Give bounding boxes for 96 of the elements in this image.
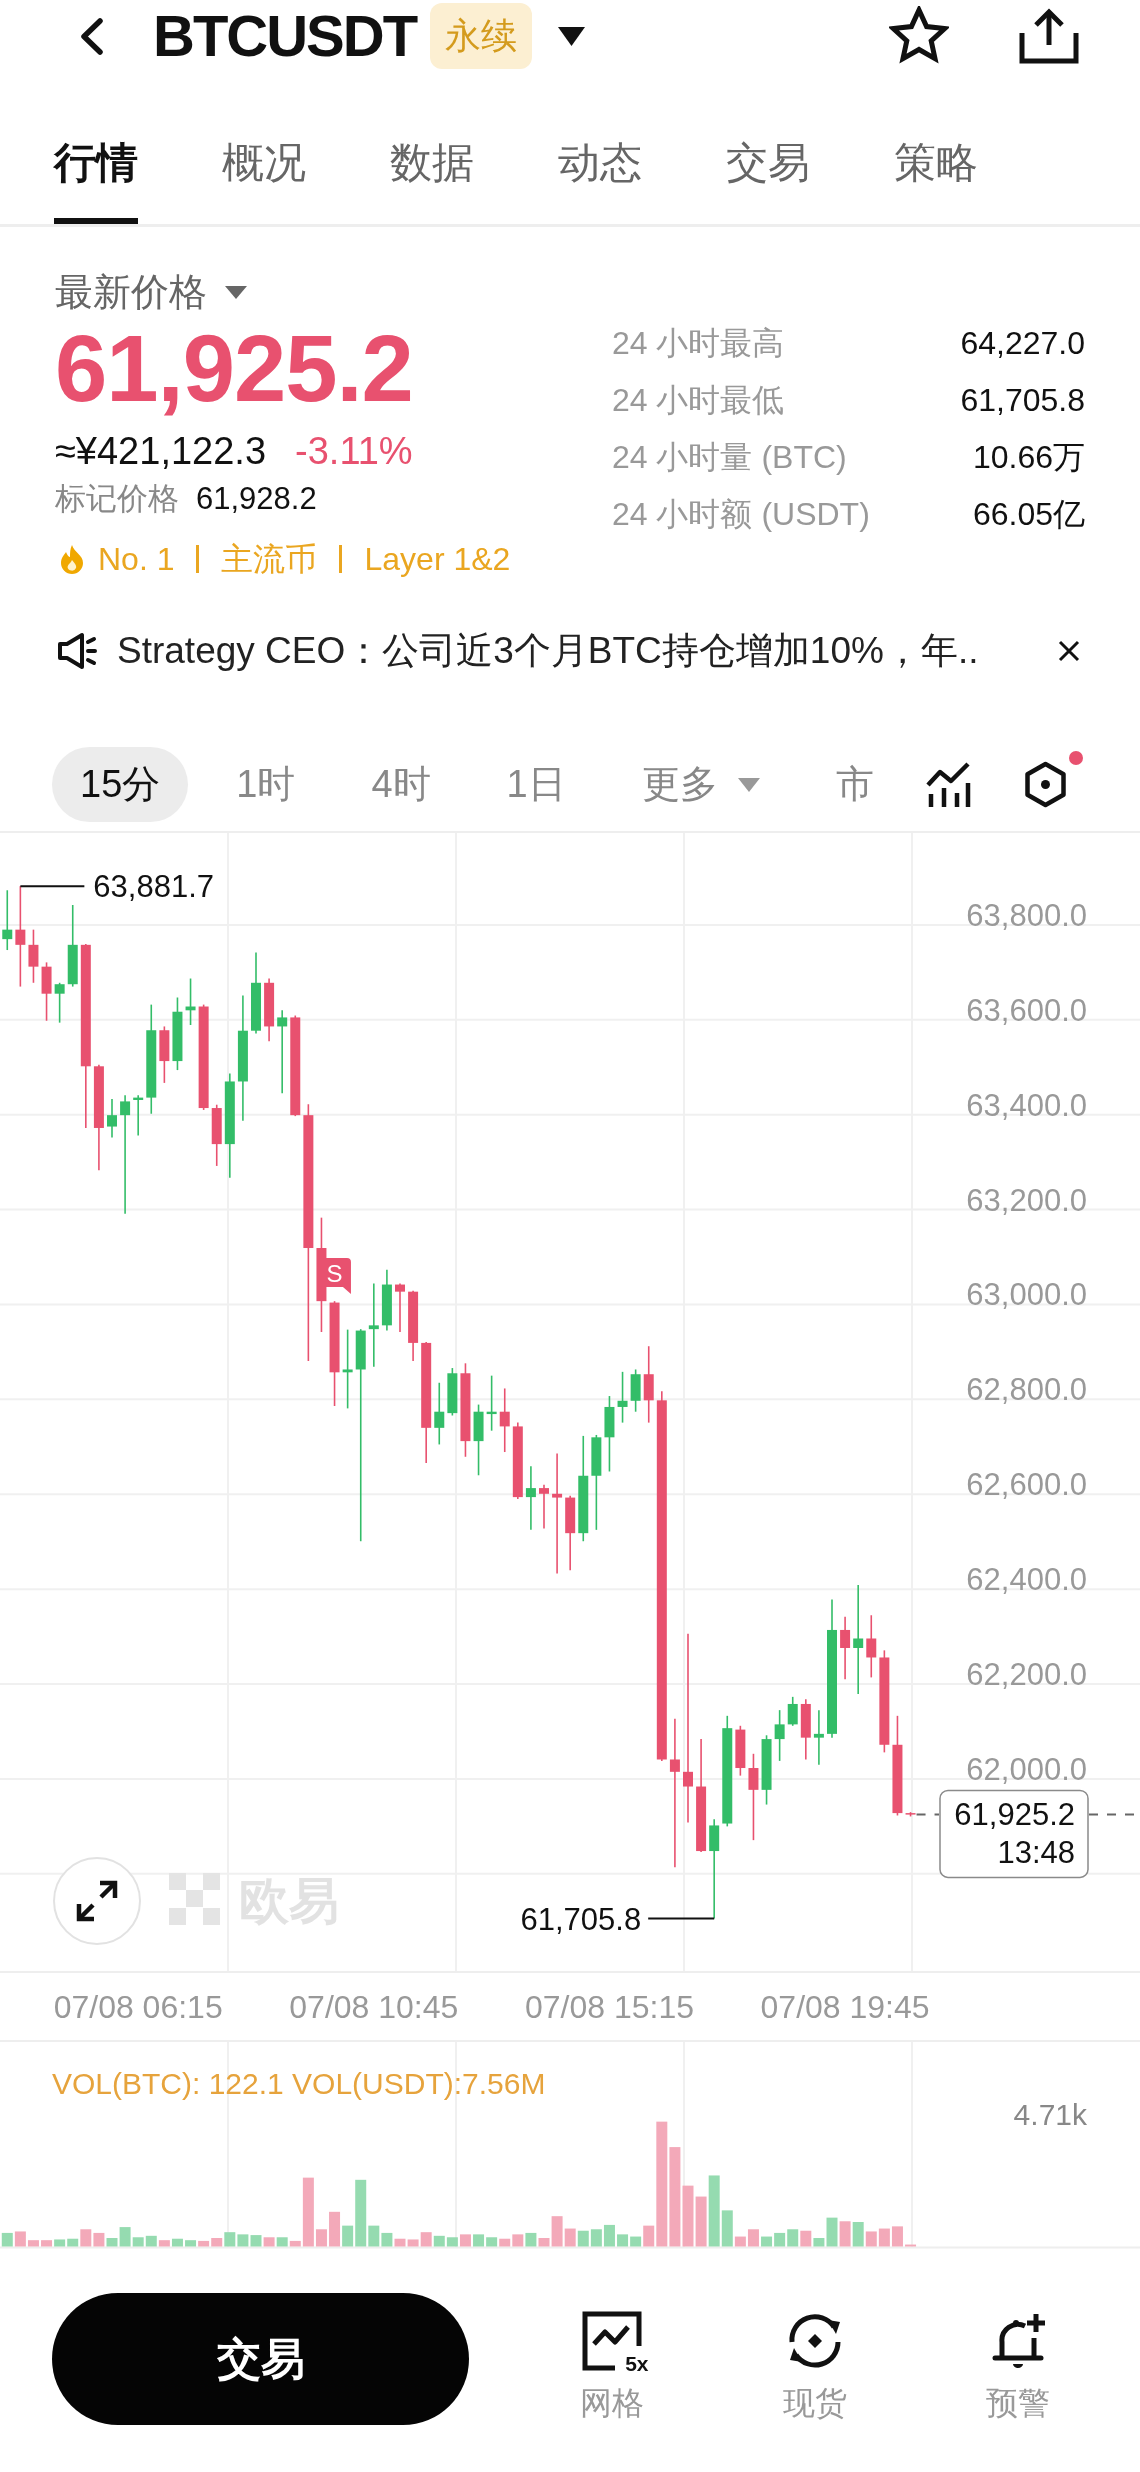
candle — [395, 1282, 405, 1333]
price-axis-label: 63,200.0 — [966, 1182, 1087, 1218]
trade-button[interactable]: 交易 — [52, 2293, 469, 2425]
mark-price-value: 61,928.2 — [196, 480, 317, 518]
time-axis-label: 07/08 19:45 — [760, 1988, 930, 2027]
price-axis-label: 63,800.0 — [966, 897, 1087, 933]
settings-icon[interactable] — [1022, 761, 1069, 808]
current-price-label: 61,925.2 — [954, 1797, 1075, 1833]
candle — [539, 1483, 549, 1530]
candle — [486, 1374, 497, 1432]
megaphone-icon — [57, 631, 98, 671]
contract-badge: 永续 — [430, 3, 533, 69]
share-icon[interactable] — [1018, 7, 1080, 65]
leverage-label: 5x — [625, 2352, 649, 2376]
candle — [525, 1465, 536, 1531]
tab[interactable]: 行情 — [54, 124, 138, 224]
back-icon[interactable] — [79, 17, 105, 55]
price-change: -3.11% — [295, 429, 413, 474]
last-price-line — [915, 1813, 940, 1816]
price-axis-label: 63,600.0 — [966, 992, 1087, 1028]
stat-label: 24 小时额 (USDT) — [612, 495, 870, 534]
tab[interactable]: 交易 — [726, 124, 810, 224]
price-axis-label: 63,400.0 — [966, 1087, 1087, 1123]
more-intervals-dropdown[interactable]: 更多 — [613, 747, 788, 822]
stat-value: 66.05亿 — [972, 495, 1085, 534]
candle — [630, 1368, 641, 1413]
volume-axis-label: 4.71k — [1013, 2098, 1087, 2131]
candle — [787, 1696, 798, 1727]
interval-tab[interactable]: 1日 — [478, 747, 594, 822]
fiat-price: ≈¥421,122.3 — [55, 429, 267, 474]
stat-value: 10.66万 — [972, 438, 1085, 477]
price-axis-label: 62,800.0 — [966, 1372, 1087, 1408]
interval-tab[interactable]: 1时 — [208, 747, 324, 822]
candle — [2, 889, 13, 951]
candle — [264, 977, 275, 1042]
high-price-label: 63,881.7 — [93, 869, 215, 905]
price-type-dropdown[interactable]: 最新价格 — [55, 270, 247, 314]
dropdown-caret-icon[interactable] — [558, 26, 586, 46]
caret-icon — [225, 285, 247, 299]
tab[interactable]: 动态 — [558, 124, 642, 224]
candle — [447, 1367, 458, 1417]
countdown-label: 13:48 — [997, 1835, 1075, 1871]
tab[interactable]: 策略 — [894, 124, 978, 224]
candle — [107, 1098, 117, 1139]
caret-icon — [737, 777, 760, 792]
interval-tab[interactable]: 市 — [807, 747, 902, 822]
candle — [133, 1094, 144, 1137]
low-price-label: 61,705.8 — [520, 1901, 642, 1937]
time-axis-label: 07/08 06:15 — [53, 1988, 223, 2027]
price-axis-label: 62,000.0 — [966, 1751, 1087, 1787]
candle — [381, 1269, 392, 1332]
stat-value: 61,705.8 — [960, 381, 1085, 420]
stat-label: 24 小时量 (BTC) — [612, 438, 847, 477]
tab[interactable]: 数据 — [390, 124, 474, 224]
interval-tab[interactable]: 4时 — [343, 747, 459, 822]
tab[interactable]: 概况 — [222, 124, 306, 224]
candle — [761, 1734, 772, 1806]
last-price: 61,925.2 — [55, 319, 413, 419]
leader-line — [19, 885, 86, 888]
volume-legend: VOL(BTC): 122.1 VOL(USDT):7.56M — [52, 2067, 546, 2100]
candle — [866, 1614, 877, 1679]
candle — [800, 1698, 811, 1761]
time-axis-label: 07/08 15:15 — [524, 1988, 694, 2027]
candle — [499, 1387, 510, 1453]
candle — [211, 1103, 222, 1167]
candle — [159, 1025, 170, 1084]
expand-icon — [75, 1879, 119, 1923]
candle — [41, 961, 52, 1022]
candle — [813, 1709, 824, 1766]
news-headline[interactable]: Strategy CEO：公司近3个月BTC持仓增加10%，年.. — [117, 626, 979, 676]
close-icon[interactable] — [1058, 640, 1080, 662]
candle — [434, 1381, 445, 1446]
interval-tab[interactable]: 15分 — [52, 747, 189, 822]
chart-type-icon[interactable] — [925, 761, 971, 808]
stat-label: 24 小时最低 — [612, 381, 785, 420]
star-icon[interactable] — [889, 6, 949, 66]
price-axis-label: 63,000.0 — [966, 1277, 1087, 1313]
mark-price-label: 标记价格 — [55, 480, 179, 518]
toolbar-action[interactable]: 5x 网格 — [510, 2310, 713, 2423]
pair-title: BTCUSDT — [153, 2, 417, 70]
candle — [28, 928, 39, 984]
candle — [774, 1709, 785, 1762]
time-axis-label: 07/08 10:45 — [289, 1988, 459, 2027]
leader-line — [647, 1917, 716, 1920]
price-axis-label: 62,600.0 — [966, 1467, 1087, 1503]
candle — [905, 1811, 916, 1818]
candle — [185, 977, 196, 1026]
stat-value: 64,227.0 — [960, 324, 1085, 363]
price-axis-label: 62,200.0 — [966, 1657, 1087, 1693]
candle — [617, 1371, 628, 1424]
candle — [735, 1725, 746, 1777]
price-axis-label: 62,400.0 — [966, 1562, 1087, 1598]
stat-label: 24 小时最高 — [612, 324, 785, 363]
candle — [54, 982, 65, 1024]
candle — [840, 1615, 851, 1681]
flame-icon — [58, 544, 86, 574]
